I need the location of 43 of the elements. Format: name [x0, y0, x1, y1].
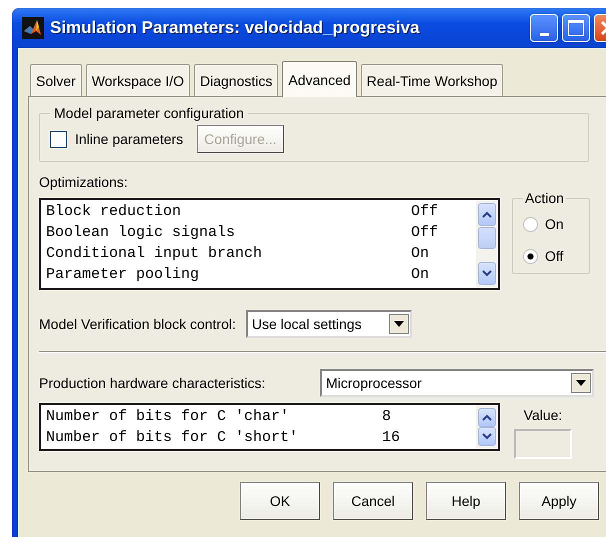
list-item[interactable]: Number of bits for C 'short' 16: [46, 427, 476, 448]
dialog-button[interactable]: Cancel: [333, 482, 413, 520]
scroll-down-icon[interactable]: [478, 262, 496, 285]
radio-button[interactable]: [523, 216, 538, 232]
dialog-button[interactable]: Apply: [519, 482, 599, 520]
radio-label: On: [545, 216, 564, 232]
caret-icon[interactable]: [571, 373, 591, 393]
scroll-bar[interactable]: [476, 200, 498, 288]
checkbox-label: Inline parameters: [75, 131, 184, 147]
tab[interactable]: Diagnostics: [194, 64, 278, 96]
tab[interactable]: Advanced: [282, 61, 357, 97]
field-label: Model Verification block control:: [39, 316, 236, 332]
scroll-down-icon[interactable]: [478, 427, 496, 446]
checkbox[interactable]: [50, 130, 67, 148]
tab[interactable]: Real-Time Workshop: [360, 64, 504, 96]
window-title: Simulation Parameters: velocidad_progresiva: [50, 18, 420, 38]
scroll-up-icon[interactable]: [478, 408, 496, 427]
optimizations-label: Optimizations:: [39, 174, 129, 190]
field-label: Production hardware characteristics:: [39, 375, 266, 391]
caret-icon[interactable]: [388, 314, 409, 334]
tab[interactable]: Solver: [30, 64, 82, 96]
group-title: Action: [524, 190, 565, 206]
value-label: Value:: [524, 407, 562, 423]
scroll-thumb[interactable]: [478, 227, 496, 249]
list-item[interactable]: Block reduction Off: [46, 201, 476, 222]
list-item[interactable]: Parameter pooling On: [46, 264, 476, 285]
minimize-button[interactable]: [530, 14, 558, 42]
scroll-up-icon[interactable]: [478, 203, 496, 226]
radio-button[interactable]: [523, 248, 538, 264]
dialog-button[interactable]: OK: [240, 482, 320, 520]
radio-label: Off: [545, 248, 564, 264]
dropdown[interactable]: Microprocessor: [320, 369, 594, 397]
dialog-button[interactable]: Help: [426, 482, 506, 520]
list-item[interactable]: Boolean logic signals Off: [46, 222, 476, 243]
maximize-button[interactable]: [562, 14, 590, 42]
app-logo-icon: [22, 17, 44, 39]
scroll-bar[interactable]: [476, 405, 498, 449]
group-title: Model parameter configuration: [53, 105, 245, 121]
dropdown[interactable]: Use local settings: [246, 310, 412, 338]
value-field[interactable]: [514, 429, 572, 459]
tab[interactable]: Workspace I/O: [86, 64, 190, 96]
list-item[interactable]: Conditional input branch On: [46, 243, 476, 264]
list-item[interactable]: Number of bits for C 'char' 8: [46, 406, 476, 427]
